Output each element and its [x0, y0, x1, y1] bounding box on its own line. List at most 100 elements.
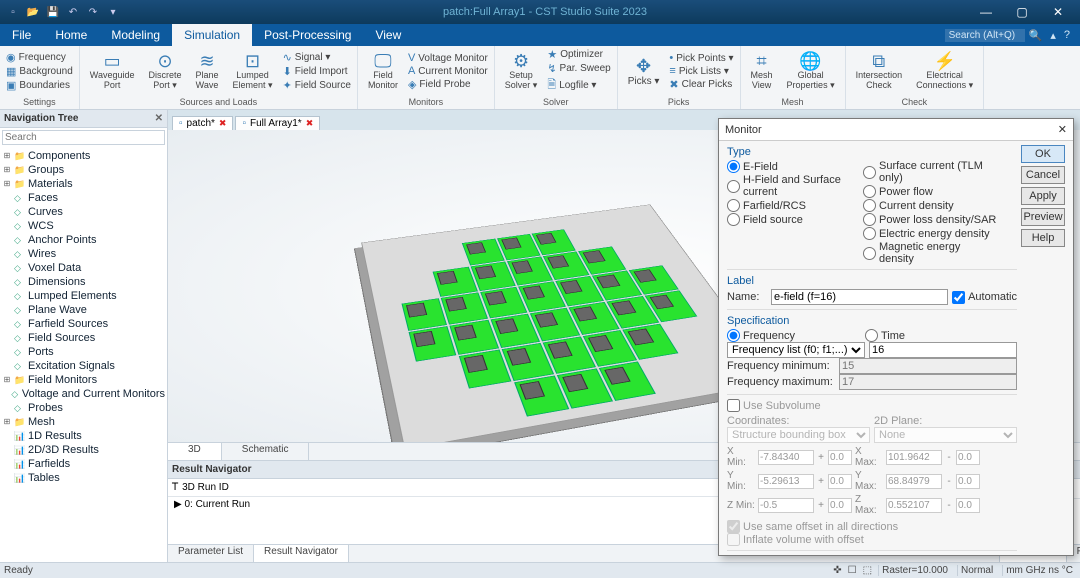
close-panel-icon[interactable]: ✕	[155, 113, 163, 124]
radio-surface-current-tlm-only-[interactable]: Surface current (TLM only)	[863, 160, 997, 184]
tree-item[interactable]: ⊞📁Mesh	[2, 415, 165, 429]
tree-item[interactable]: ◇Curves	[2, 205, 165, 219]
radio-frequency[interactable]: Frequency	[727, 329, 861, 342]
tree-item[interactable]: ◇Farfield Sources	[2, 317, 165, 331]
tree-item[interactable]: ◇Faces	[2, 191, 165, 205]
tree-item[interactable]: ◇Dimensions	[2, 275, 165, 289]
preview-button[interactable]: Preview	[1021, 208, 1065, 226]
electrical-connections-button[interactable]: ⚡ElectricalConnections ▾	[912, 50, 977, 93]
tree-search-input[interactable]	[2, 130, 165, 145]
mesh-view-button[interactable]: ⌗MeshView	[747, 50, 777, 93]
intersection-check-button[interactable]: ⧉IntersectionCheck	[852, 50, 907, 93]
field-import-button[interactable]: ⬇Field Import	[283, 65, 351, 78]
tree-item[interactable]: ⊞📁Field Monitors	[2, 373, 165, 387]
tree-item[interactable]: ⊞📁Materials	[2, 177, 165, 191]
radio-time[interactable]: Time	[865, 329, 999, 342]
menu-tab-view[interactable]: View	[363, 24, 413, 46]
search-icon[interactable]: 🔍	[1025, 29, 1047, 42]
tab-3d[interactable]: 3D	[168, 443, 222, 460]
frequency-button[interactable]: ◉Frequency	[6, 51, 73, 64]
tree-item[interactable]: 📊Tables	[2, 471, 165, 485]
ok-button[interactable]: OK	[1021, 145, 1065, 163]
qat-save-icon[interactable]: 💾	[44, 3, 62, 21]
boundaries-button[interactable]: ▣Boundaries	[6, 79, 73, 92]
cube-icon[interactable]: ⬚	[863, 565, 872, 576]
pick-lists-button[interactable]: ≡Pick Lists ▾	[669, 65, 733, 77]
tree-item[interactable]: ◇WCS	[2, 219, 165, 233]
clear-picks-button[interactable]: ✖Clear Picks	[669, 78, 733, 91]
tab-schematic[interactable]: Schematic	[222, 443, 310, 460]
tree-item[interactable]: 📊1D Results	[2, 429, 165, 443]
tree-item[interactable]: ◇Voltage and Current Monitors	[2, 387, 165, 401]
automatic-checkbox[interactable]: Automatic	[952, 291, 1017, 304]
menu-tab-simulation[interactable]: Simulation	[172, 24, 252, 46]
tree-item[interactable]: ◇Plane Wave	[2, 303, 165, 317]
tree-item[interactable]: ◇Lumped Elements	[2, 289, 165, 303]
field-probe-button[interactable]: ◈Field Probe	[408, 78, 488, 91]
doc-tab[interactable]: ▫Full Array1*✖	[235, 116, 320, 130]
field-source-button[interactable]: ✦Field Source	[283, 79, 351, 92]
close-tab-icon[interactable]: ✖	[219, 118, 227, 129]
logfile-button[interactable]: 🗎Logfile ▾	[547, 76, 610, 95]
radio-farfield-rcs[interactable]: Farfield/RCS	[727, 199, 861, 212]
expand-icon[interactable]: ⊞	[2, 163, 12, 177]
optimizer-button[interactable]: ★Optimizer	[547, 48, 610, 61]
expand-icon[interactable]: ⊞	[2, 149, 12, 163]
cancel-button[interactable]: Cancel	[1021, 166, 1065, 184]
filter-icon[interactable]: 𝖳	[172, 482, 178, 493]
radio-electric-energy-density[interactable]: Electric energy density	[863, 227, 997, 240]
tree-item[interactable]: ◇Anchor Points	[2, 233, 165, 247]
qat-more-icon[interactable]: ▾	[104, 3, 122, 21]
freq-list-input[interactable]	[869, 342, 1017, 358]
waveguide-port-button[interactable]: ▭WaveguidePort	[86, 50, 139, 93]
radio-power-loss-density-sar[interactable]: Power loss density/SAR	[863, 213, 997, 226]
name-input[interactable]	[771, 289, 948, 305]
picks-button[interactable]: ✥Picks ▾	[624, 55, 664, 89]
tree-item[interactable]: ⊞📁Groups	[2, 163, 165, 177]
radio-e-field[interactable]: E-Field	[727, 160, 861, 173]
radio-current-density[interactable]: Current density	[863, 199, 997, 212]
maximize-button[interactable]: ▢	[1004, 1, 1040, 23]
radio-power-flow[interactable]: Power flow	[863, 185, 997, 198]
tree-item[interactable]: 📊2D/3D Results	[2, 443, 165, 457]
use-subvolume-checkbox[interactable]: Use Subvolume	[727, 399, 1017, 412]
tree-item[interactable]: ◇Field Sources	[2, 331, 165, 345]
radio-h-field-and-surface-current[interactable]: H-Field and Surface current	[727, 174, 861, 198]
signal-button[interactable]: ∿Signal ▾	[283, 51, 351, 64]
qat-undo-icon[interactable]: ↶	[64, 3, 82, 21]
dialog-titlebar[interactable]: Monitor✕	[719, 119, 1073, 141]
tree-item[interactable]: 📊Farfields	[2, 457, 165, 471]
minimize-button[interactable]: —	[968, 1, 1004, 23]
expand-icon[interactable]: ⊞	[2, 415, 12, 429]
qat-open-icon[interactable]: 📂	[24, 3, 42, 21]
lumped-element-button[interactable]: ⊡LumpedElement ▾	[229, 50, 277, 93]
plane-wave-button[interactable]: ≋PlaneWave	[192, 50, 223, 93]
qat-redo-icon[interactable]: ↷	[84, 3, 102, 21]
field-monitor-button[interactable]: 🖵FieldMonitor	[364, 50, 402, 93]
menu-tab-modeling[interactable]: Modeling	[99, 24, 172, 46]
menu-tab-home[interactable]: Home	[43, 24, 99, 46]
apply-button[interactable]: Apply	[1021, 187, 1065, 205]
tree-item[interactable]: ◇Excitation Signals	[2, 359, 165, 373]
current-monitor-button[interactable]: ACurrent Monitor	[408, 65, 488, 77]
close-button[interactable]: ✕	[1040, 1, 1076, 23]
tree-item[interactable]: ◇Wires	[2, 247, 165, 261]
freq-list-select[interactable]: Frequency list (f0; f1;...)	[727, 342, 865, 358]
voltage-monitor-button[interactable]: VVoltage Monitor	[408, 52, 488, 64]
tree-item[interactable]: ◇Probes	[2, 401, 165, 415]
dialog-close-icon[interactable]: ✕	[1058, 123, 1067, 136]
doc-tab[interactable]: ▫patch*✖	[172, 116, 233, 130]
background-button[interactable]: ▦Background	[6, 65, 73, 78]
global-properties-button[interactable]: 🌐GlobalProperties ▾	[783, 50, 839, 93]
view-icon[interactable]: ☐	[848, 565, 857, 576]
close-tab-icon[interactable]: ✖	[306, 118, 314, 129]
search-input[interactable]	[945, 29, 1025, 42]
menu-tab-file[interactable]: File	[0, 24, 43, 46]
tree-item[interactable]: ◇Ports	[2, 345, 165, 359]
tree-item[interactable]: ◇Voxel Data	[2, 261, 165, 275]
radio-field-source[interactable]: Field source	[727, 213, 861, 226]
ribbon-toggle-icon[interactable]: ▴	[1046, 29, 1060, 42]
help-icon[interactable]: ?	[1060, 29, 1074, 41]
tab-parameter-list[interactable]: Parameter List	[168, 545, 254, 562]
radio-magnetic-energy-density[interactable]: Magnetic energy density	[863, 241, 997, 265]
